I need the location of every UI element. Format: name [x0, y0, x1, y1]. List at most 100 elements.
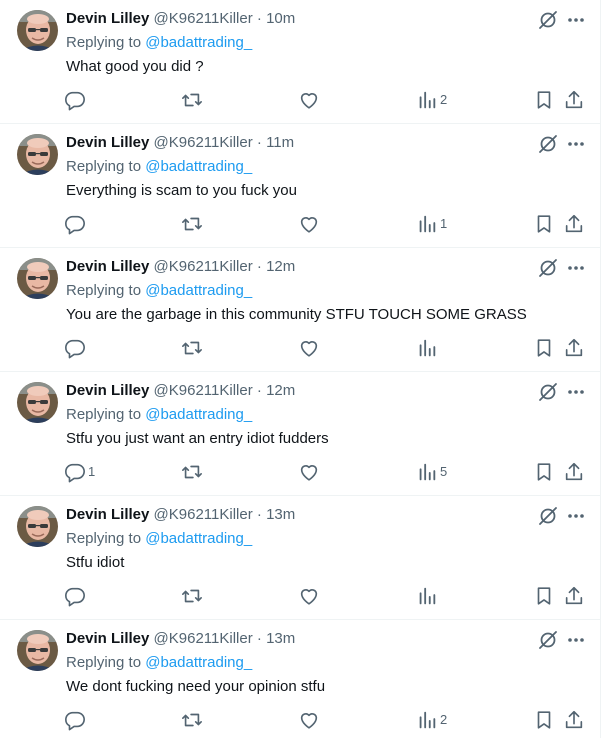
tweet-header: Devin Lilley @K96211Killer · 10m: [66, 9, 295, 29]
views-button[interactable]: 1: [416, 212, 447, 236]
avatar[interactable]: [17, 134, 58, 175]
display-name[interactable]: Devin Lilley: [66, 630, 149, 647]
retweet-button[interactable]: [181, 212, 203, 236]
user-handle[interactable]: @K96211Killer: [154, 630, 253, 647]
avatar[interactable]: [17, 10, 58, 51]
user-handle[interactable]: @K96211Killer: [154, 382, 253, 399]
timestamp[interactable]: 13m: [266, 506, 295, 523]
retweet-icon: [181, 89, 203, 111]
reply-button[interactable]: [64, 708, 88, 732]
replying-to-link[interactable]: @badattrading_: [145, 158, 252, 175]
tweet-actions: [0, 584, 601, 608]
share-button[interactable]: [563, 460, 585, 484]
retweet-button[interactable]: [181, 336, 203, 360]
bookmark-button[interactable]: [533, 460, 555, 484]
retweet-button[interactable]: [181, 88, 203, 112]
timestamp[interactable]: 12m: [266, 382, 295, 399]
tweet-text: Everything is scam to you fuck you: [66, 182, 297, 199]
timestamp[interactable]: 11m: [266, 134, 294, 151]
like-button[interactable]: [298, 88, 320, 112]
retweet-button[interactable]: [181, 708, 203, 732]
grok-icon[interactable]: [536, 380, 560, 404]
more-icon[interactable]: [564, 256, 588, 280]
avatar[interactable]: [17, 630, 58, 671]
reply-button[interactable]: [64, 336, 88, 360]
bookmark-icon: [533, 213, 555, 235]
bookmark-button[interactable]: [533, 584, 555, 608]
tweet[interactable]: Devin Lilley @K96211Killer · 12m Replyin…: [0, 248, 601, 372]
reply-button[interactable]: [64, 212, 88, 236]
reply-button[interactable]: 1: [64, 460, 95, 484]
grok-icon[interactable]: [536, 132, 560, 156]
user-handle[interactable]: @K96211Killer: [154, 506, 253, 523]
bookmark-button[interactable]: [533, 88, 555, 112]
views-button[interactable]: 5: [416, 460, 447, 484]
views-count: 5: [440, 464, 448, 479]
heart-icon: [298, 213, 320, 235]
like-button[interactable]: [298, 336, 320, 360]
timestamp[interactable]: 13m: [266, 630, 295, 647]
share-button[interactable]: [563, 336, 585, 360]
bookmark-button[interactable]: [533, 336, 555, 360]
avatar[interactable]: [17, 258, 58, 299]
more-icon[interactable]: [564, 132, 588, 156]
like-button[interactable]: [298, 584, 320, 608]
replying-to-link[interactable]: @badattrading_: [145, 530, 252, 547]
bookmark-icon: [533, 585, 555, 607]
like-button[interactable]: [298, 460, 320, 484]
timestamp[interactable]: 10m: [266, 10, 295, 27]
grok-icon[interactable]: [536, 504, 560, 528]
tweet-header: Devin Lilley @K96211Killer · 13m: [66, 505, 295, 525]
retweet-button[interactable]: [181, 460, 203, 484]
views-button[interactable]: [416, 584, 440, 608]
tweet[interactable]: Devin Lilley @K96211Killer · 13m Replyin…: [0, 496, 601, 620]
grok-icon[interactable]: [536, 256, 560, 280]
like-button[interactable]: [298, 212, 320, 236]
retweet-button[interactable]: [181, 584, 203, 608]
tweet[interactable]: Devin Lilley @K96211Killer · 12m Replyin…: [0, 372, 601, 496]
user-handle[interactable]: @K96211Killer: [154, 134, 253, 151]
share-icon: [563, 89, 585, 111]
replying-to-link[interactable]: @badattrading_: [145, 406, 252, 423]
tweet-actions: 2: [0, 708, 601, 732]
tweet[interactable]: Devin Lilley @K96211Killer · 13m Replyin…: [0, 620, 601, 738]
more-icon[interactable]: [564, 380, 588, 404]
replying-to-link[interactable]: @badattrading_: [145, 654, 252, 671]
more-icon[interactable]: [564, 628, 588, 652]
share-icon: [563, 461, 585, 483]
tweet[interactable]: Devin Lilley @K96211Killer · 11m Replyin…: [0, 124, 601, 248]
replying-to-link[interactable]: @badattrading_: [145, 282, 252, 299]
replying-to: Replying to @badattrading_: [66, 405, 252, 425]
display-name[interactable]: Devin Lilley: [66, 134, 149, 151]
timestamp[interactable]: 12m: [266, 258, 295, 275]
share-button[interactable]: [563, 88, 585, 112]
views-button[interactable]: 2: [416, 708, 447, 732]
avatar[interactable]: [17, 506, 58, 547]
display-name[interactable]: Devin Lilley: [66, 258, 149, 275]
share-button[interactable]: [563, 708, 585, 732]
more-icon[interactable]: [564, 8, 588, 32]
bookmark-button[interactable]: [533, 708, 555, 732]
views-button[interactable]: [416, 336, 440, 360]
user-handle[interactable]: @K96211Killer: [154, 258, 253, 275]
share-button[interactable]: [563, 584, 585, 608]
replying-to-link[interactable]: @badattrading_: [145, 34, 252, 51]
display-name[interactable]: Devin Lilley: [66, 506, 149, 523]
display-name[interactable]: Devin Lilley: [66, 10, 149, 27]
user-handle[interactable]: @K96211Killer: [154, 10, 253, 27]
reply-button[interactable]: [64, 88, 88, 112]
reply-thread: Devin Lilley @K96211Killer · 10m Replyin…: [0, 0, 601, 738]
tweet[interactable]: Devin Lilley @K96211Killer · 10m Replyin…: [0, 0, 601, 124]
display-name[interactable]: Devin Lilley: [66, 382, 149, 399]
share-button[interactable]: [563, 212, 585, 236]
bookmark-button[interactable]: [533, 212, 555, 236]
separator: ·: [256, 506, 262, 523]
views-button[interactable]: 2: [416, 88, 447, 112]
grok-icon[interactable]: [536, 8, 560, 32]
more-icon[interactable]: [564, 504, 588, 528]
avatar[interactable]: [17, 382, 58, 423]
separator: ·: [256, 10, 262, 27]
reply-button[interactable]: [64, 584, 88, 608]
grok-icon[interactable]: [536, 628, 560, 652]
like-button[interactable]: [298, 708, 320, 732]
